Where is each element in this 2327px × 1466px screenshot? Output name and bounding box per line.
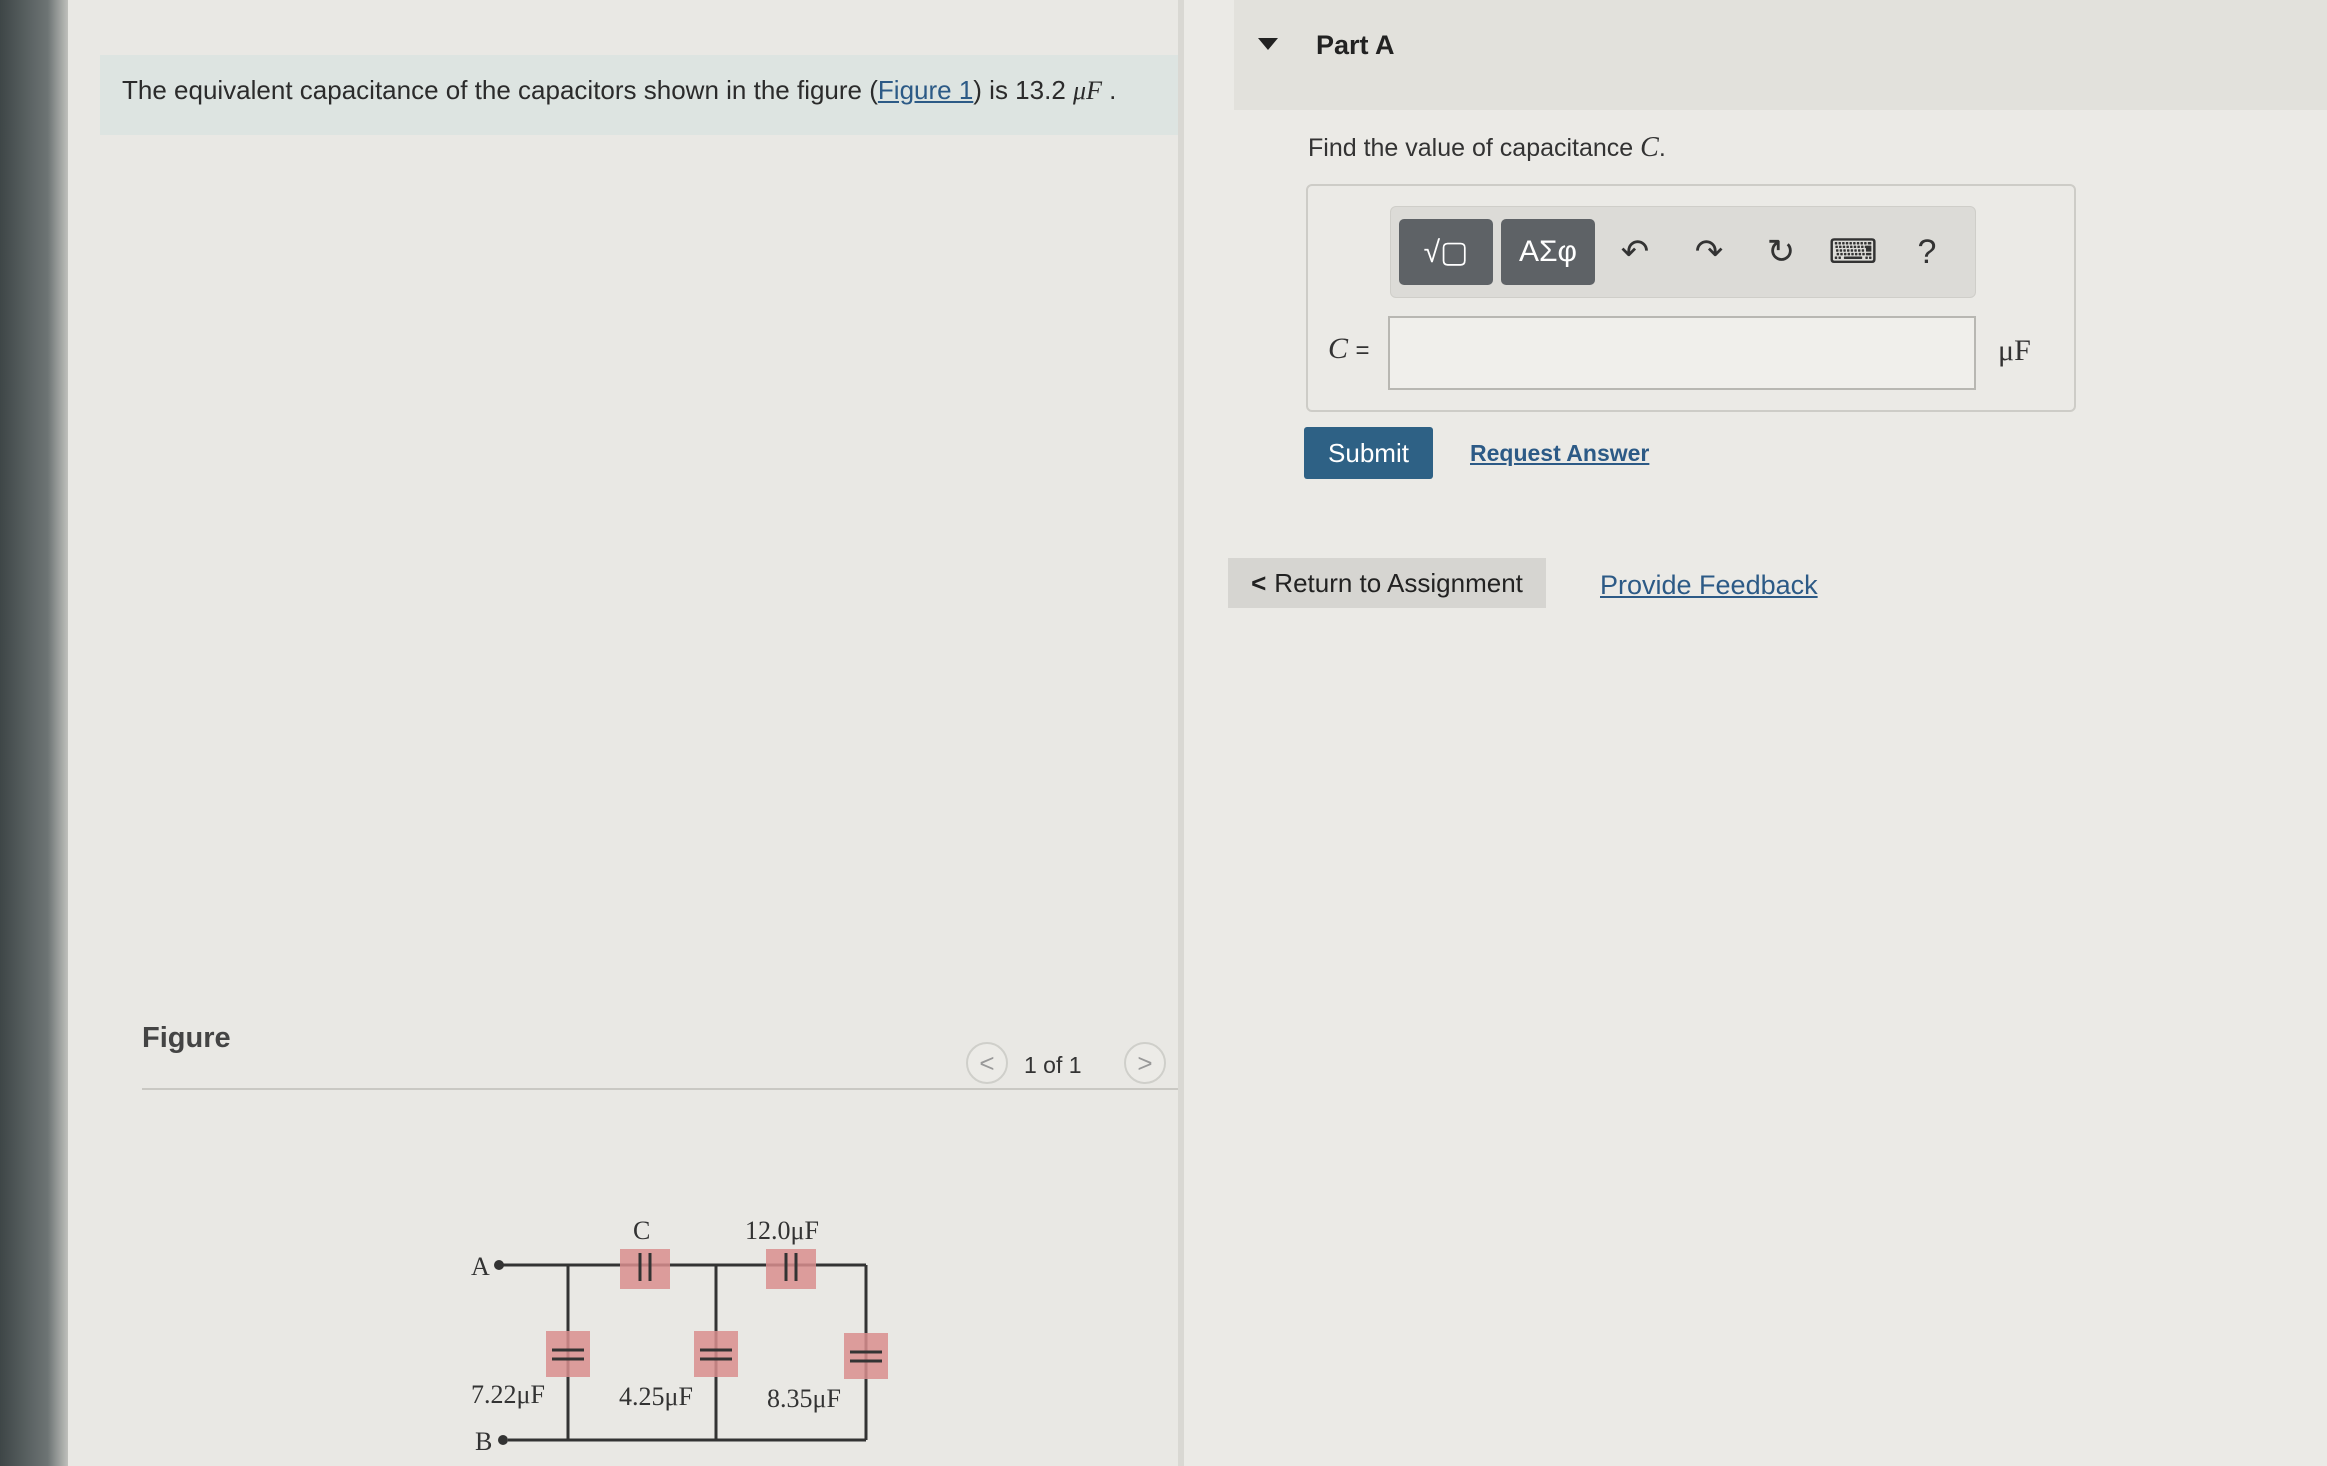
node-b-label: B — [475, 1427, 492, 1456]
intro-suffix: . — [1101, 75, 1117, 105]
answer-eq: = — [1355, 337, 1370, 364]
capacitor-8-35uf — [844, 1333, 888, 1379]
cap-12-label: 12.0μF — [745, 1216, 819, 1245]
figure-link[interactable]: Figure 1 — [878, 75, 973, 105]
capacitor-4-25uf — [694, 1331, 738, 1377]
redo-icon[interactable]: ↷ — [1687, 227, 1731, 277]
window-edge — [0, 0, 68, 1466]
figure-label: Figure — [142, 1022, 231, 1054]
math-toolbar: √▢ ΑΣφ ↶ ↷ ↻ ⌨ ? — [1390, 206, 1976, 298]
question-suffix: . — [1658, 134, 1666, 162]
reset-icon[interactable]: ↻ — [1759, 227, 1803, 277]
answer-input[interactable] — [1388, 316, 1976, 390]
answer-unit: μF — [1998, 334, 2031, 367]
cap-722-label: 7.22μF — [471, 1380, 545, 1409]
answer-box: √▢ ΑΣφ ↶ ↷ ↻ ⌨ ? C = μF — [1306, 184, 2076, 412]
figure-divider — [142, 1088, 1217, 1090]
chevron-left-icon: < — [979, 1047, 995, 1078]
part-a-header[interactable]: Part A — [1234, 0, 2327, 110]
return-to-assignment-button[interactable]: < Return to Assignment — [1228, 558, 1546, 608]
part-title: Part A — [1316, 30, 1395, 60]
circuit-diagram: A B C 12.0μF 7.22μF 4.25μF 8.35μF — [471, 1216, 888, 1456]
answer-var: C — [1328, 332, 1349, 365]
symbols-button[interactable]: ΑΣφ — [1501, 219, 1595, 285]
capacitor-c — [620, 1249, 670, 1289]
question-text: Find the value of capacitance C. — [1308, 132, 1666, 164]
capacitor-7-22uf — [546, 1331, 590, 1377]
problem-panel: The equivalent capacitance of the capaci… — [68, 0, 1228, 1466]
node-a-label: A — [471, 1252, 490, 1281]
symbols-label: ΑΣφ — [1518, 235, 1577, 268]
cap-c-label: C — [633, 1216, 650, 1245]
next-figure-button[interactable]: > — [1124, 1042, 1166, 1084]
chevron-left-icon: < — [1251, 567, 1267, 598]
chevron-right-icon: > — [1137, 1047, 1153, 1078]
help-icon[interactable]: ? — [1905, 227, 1949, 277]
return-label: Return to Assignment — [1274, 567, 1523, 598]
templates-button[interactable]: √▢ — [1399, 219, 1493, 285]
undo-icon[interactable]: ↶ — [1613, 227, 1657, 277]
terminal-a — [494, 1260, 504, 1270]
question-var: C — [1640, 132, 1659, 163]
answer-variable-label: C = — [1328, 332, 1370, 366]
templates-icon: √▢ — [1423, 235, 1469, 269]
caret-down-icon[interactable] — [1258, 38, 1278, 50]
intro-prefix: The equivalent capacitance of the capaci… — [122, 75, 878, 105]
cap-425-label: 4.25μF — [619, 1382, 693, 1411]
terminal-b — [498, 1435, 508, 1445]
question-prefix: Find the value of capacitance — [1308, 134, 1641, 162]
submit-button[interactable]: Submit — [1304, 427, 1433, 479]
keyboard-icon[interactable]: ⌨ — [1828, 227, 1877, 277]
prev-figure-button[interactable]: < — [966, 1042, 1008, 1084]
cap-835-label: 8.35μF — [767, 1384, 841, 1413]
request-answer-link[interactable]: Request Answer — [1470, 440, 1649, 467]
intro-unit: μF — [1073, 76, 1102, 105]
capacitor-12uf — [766, 1249, 816, 1289]
provide-feedback-link[interactable]: Provide Feedback — [1600, 570, 1818, 601]
intro-mid: ) is 13.2 — [973, 75, 1074, 105]
problem-intro: The equivalent capacitance of the capaci… — [100, 55, 1228, 135]
figure-pager-text: 1 of 1 — [1024, 1052, 1082, 1078]
